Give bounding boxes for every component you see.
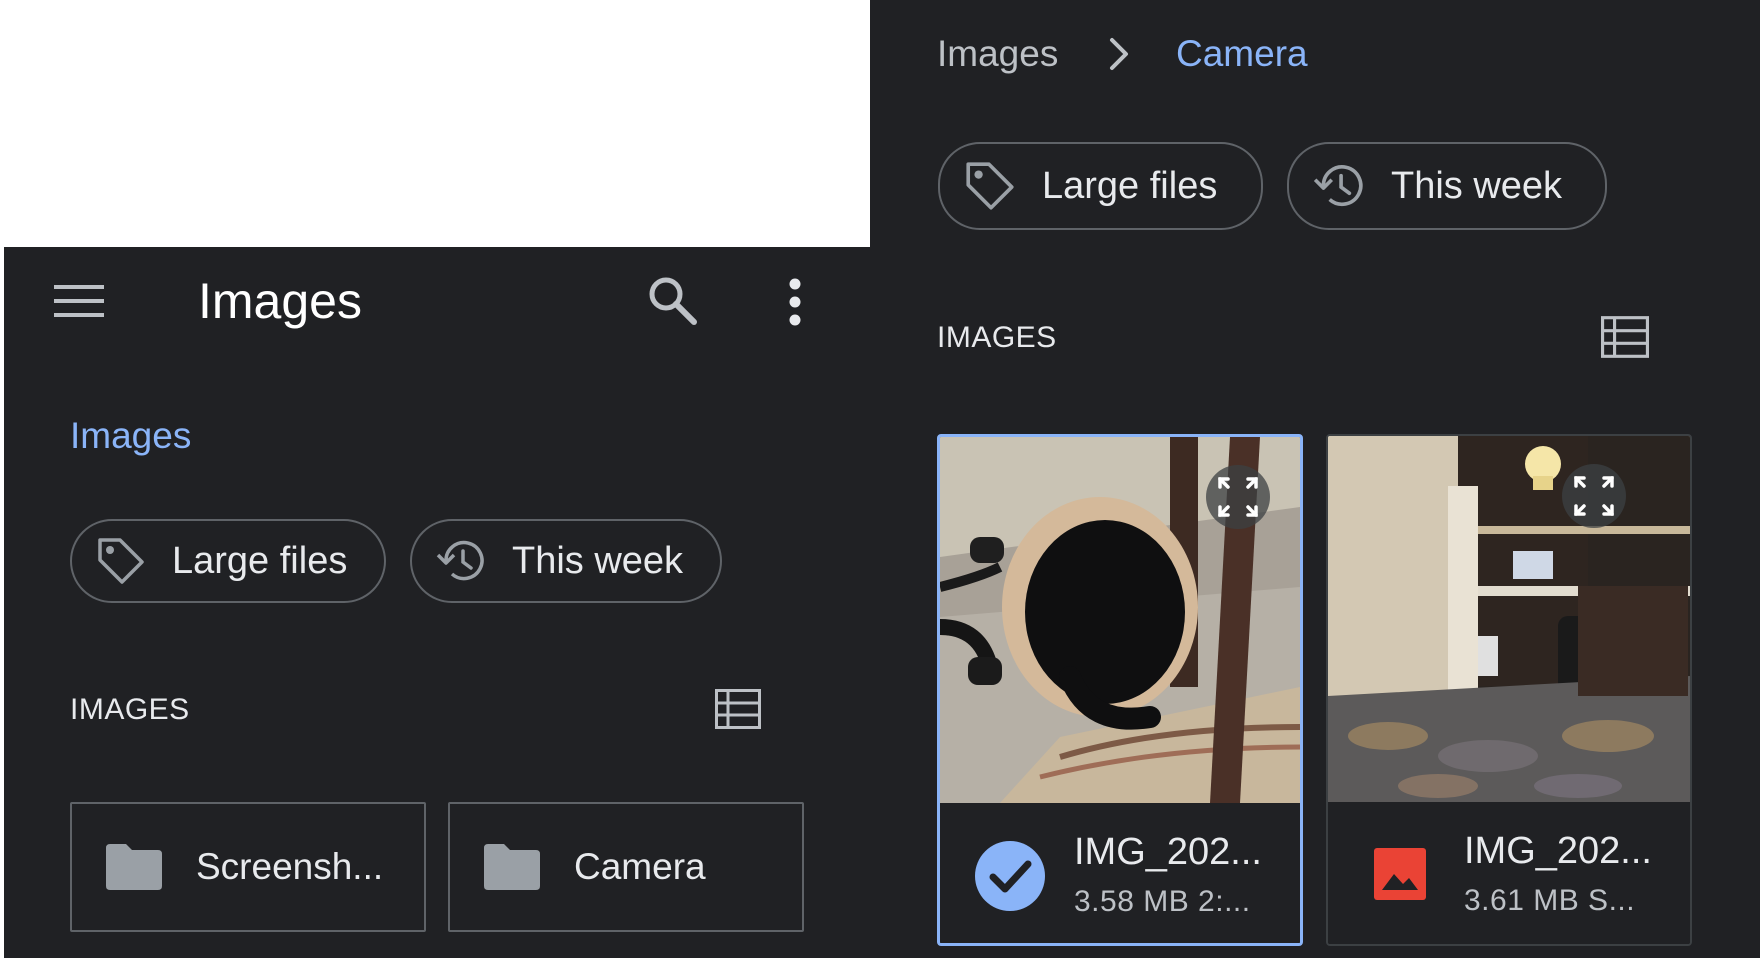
list-view-icon[interactable]: [715, 689, 761, 729]
fullscreen-icon[interactable]: [1562, 464, 1626, 528]
this-week-chip[interactable]: This week: [1287, 142, 1607, 230]
section-label: IMAGES: [70, 693, 190, 726]
large-files-chip[interactable]: Large files: [70, 519, 386, 603]
menu-icon[interactable]: [54, 281, 104, 321]
page-title: Images: [198, 273, 362, 329]
file-info: IMG_202... 3.58 MB 2:...: [940, 803, 1300, 943]
folder-label: Camera: [574, 846, 706, 887]
folder-card-camera[interactable]: Camera: [448, 802, 804, 932]
this-week-chip[interactable]: This week: [410, 519, 722, 603]
folder-card-screenshots[interactable]: Screensh...: [70, 802, 426, 932]
folder-browser-panel: Images Images Large files This week IMAG…: [4, 247, 870, 958]
large-files-chip[interactable]: Large files: [938, 142, 1263, 230]
folder-label: Screensh...: [196, 846, 384, 887]
breadcrumb-current[interactable]: Camera: [1176, 35, 1308, 72]
chip-label: Large files: [1042, 164, 1218, 207]
tag-icon: [962, 158, 1018, 214]
breadcrumb-parent[interactable]: Images: [937, 35, 1058, 72]
more-vert-icon[interactable]: [787, 278, 803, 326]
check-circle-icon[interactable]: [975, 841, 1045, 911]
search-icon[interactable]: [646, 274, 698, 326]
image-card[interactable]: IMG_202... 3.61 MB S...: [1326, 434, 1692, 946]
section-label: IMAGES: [937, 321, 1057, 354]
history-icon: [1311, 158, 1367, 214]
list-view-icon[interactable]: [1601, 316, 1649, 358]
file-name: IMG_202...: [1464, 830, 1652, 872]
folder-icon: [106, 844, 162, 890]
image-thumbnail-desk[interactable]: [1328, 436, 1690, 802]
tag-icon: [94, 534, 148, 588]
chip-label: Large files: [172, 539, 348, 582]
image-file-icon: [1374, 848, 1426, 900]
chip-label: This week: [1391, 164, 1563, 207]
file-meta: 3.58 MB 2:...: [1074, 885, 1251, 918]
fullscreen-icon[interactable]: [1206, 465, 1270, 529]
camera-folder-panel: Images Camera Large files This week IMAG…: [870, 0, 1760, 958]
image-card-selected[interactable]: IMG_202... 3.58 MB 2:...: [937, 434, 1303, 946]
chevron-right-icon: [1107, 34, 1131, 74]
chip-label: This week: [512, 539, 684, 582]
folder-icon: [484, 844, 540, 890]
file-info: IMG_202... 3.61 MB S...: [1328, 802, 1690, 944]
file-meta: 3.61 MB S...: [1464, 884, 1636, 917]
file-name: IMG_202...: [1074, 831, 1262, 873]
breadcrumb-current[interactable]: Images: [70, 417, 191, 454]
history-icon: [434, 534, 488, 588]
